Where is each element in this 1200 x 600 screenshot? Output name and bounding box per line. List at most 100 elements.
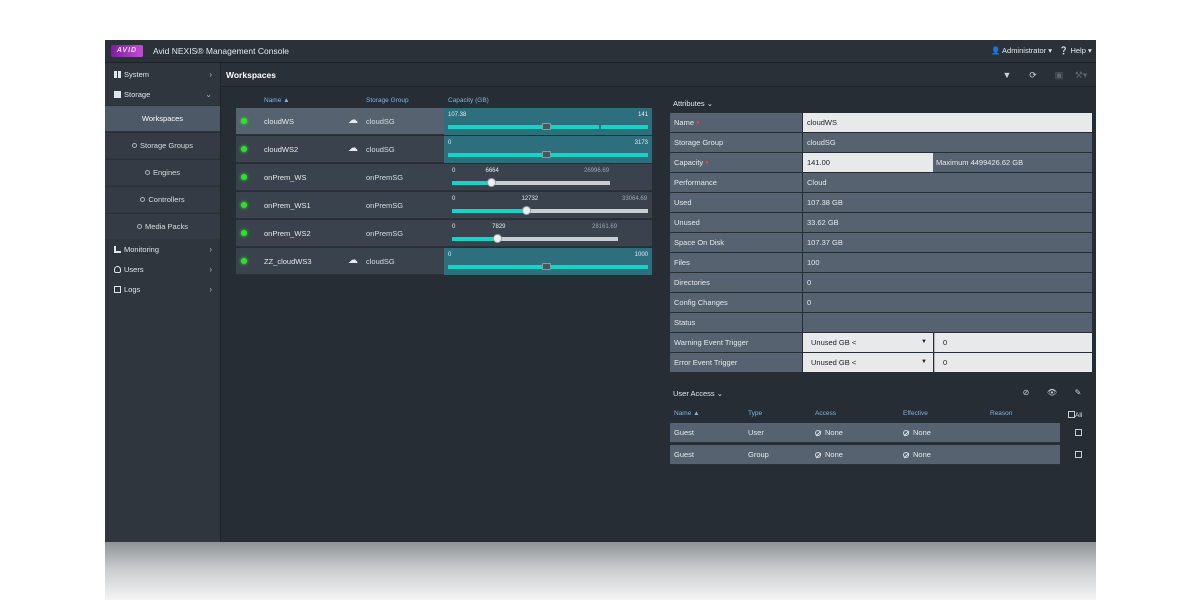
table-row[interactable]: Guest Group None None bbox=[670, 445, 1060, 465]
attribute-value: 0 bbox=[803, 273, 1092, 292]
workspace-name-input[interactable]: cloudWS bbox=[803, 113, 1092, 132]
circle-icon bbox=[144, 170, 150, 175]
status-online-icon bbox=[241, 202, 247, 208]
sidebar-item-label: Monitoring bbox=[124, 245, 160, 254]
attribute-value: 100 bbox=[803, 253, 1092, 272]
sidebar-item-storage-groups[interactable]: Storage Groups bbox=[105, 132, 220, 158]
capacity-slider[interactable]: 0 7829 28161.69 bbox=[444, 220, 652, 247]
chevron-down-icon: ⌄ bbox=[706, 99, 714, 108]
row-checkbox[interactable] bbox=[1075, 451, 1082, 458]
attribute-label: Config Changes bbox=[670, 293, 802, 312]
table-row[interactable]: Guest User None None bbox=[670, 423, 1060, 443]
user-name: Guest bbox=[674, 428, 695, 437]
sidebar-item-users[interactable]: Users › bbox=[105, 260, 220, 280]
sidebar-item-storage[interactable]: Storage ⌄ bbox=[105, 85, 220, 105]
chevron-right-icon: › bbox=[209, 245, 212, 254]
slider-handle[interactable] bbox=[522, 206, 532, 215]
slider-handle[interactable] bbox=[542, 263, 551, 270]
column-header-capacity[interactable]: Capacity (GB) bbox=[448, 97, 489, 104]
cloud-icon: ☁ bbox=[348, 115, 358, 126]
error-trigger-select[interactable]: Unused GB < ▼ bbox=[803, 353, 933, 372]
capacity-slider[interactable]: 107.38 141 bbox=[444, 108, 652, 135]
select-all-label: All bbox=[1075, 412, 1083, 419]
user-effective: None bbox=[903, 423, 931, 443]
capacity-slider[interactable]: 0 6664 26996.69 bbox=[444, 164, 652, 191]
table-row[interactable]: onPrem_WS2 onPremSG 0 7829 28161.69 bbox=[236, 220, 652, 247]
status-online-icon bbox=[241, 118, 247, 124]
attribute-label: Status bbox=[670, 313, 802, 332]
no-access-icon bbox=[903, 430, 909, 436]
help-menu[interactable]: ❔ Help ▾ bbox=[1059, 46, 1092, 55]
warning-trigger-input[interactable]: 0 bbox=[934, 333, 1092, 352]
avid-logo: AVID bbox=[111, 45, 143, 57]
user-menu[interactable]: 👤 Administrator ▾ bbox=[991, 46, 1052, 55]
attribute-label: Unused bbox=[670, 213, 802, 232]
slider-handle[interactable] bbox=[493, 234, 503, 243]
capacity-low: 0 bbox=[452, 224, 456, 230]
slider-handle[interactable] bbox=[486, 178, 496, 187]
filter-icon[interactable]: ▼ bbox=[1000, 68, 1014, 82]
capacity-high: 1000 bbox=[634, 252, 648, 258]
capacity-slider[interactable]: 0 3173 bbox=[444, 136, 652, 163]
chevron-right-icon: › bbox=[209, 265, 212, 274]
slider-handle[interactable] bbox=[542, 151, 551, 158]
workspace-name: onPrem_WS1 bbox=[264, 201, 311, 210]
capacity-current: 12732 bbox=[521, 196, 539, 202]
sidebar-item-media-packs[interactable]: Media Packs bbox=[105, 213, 220, 239]
column-header-access[interactable]: Access bbox=[815, 410, 836, 417]
warning-trigger-select[interactable]: Unused GB < ▼ bbox=[803, 333, 933, 352]
required-icon: ● bbox=[696, 120, 700, 126]
select-all-checkbox[interactable]: All bbox=[1068, 410, 1082, 419]
wrench-icon[interactable]: ⚒▾ bbox=[1074, 68, 1088, 82]
refresh-icon[interactable]: ⟳ bbox=[1026, 68, 1040, 82]
save-icon[interactable]: ▣ bbox=[1052, 68, 1066, 82]
capacity-slider[interactable]: 0 1000 bbox=[444, 248, 652, 275]
sidebar-item-label: System bbox=[124, 70, 150, 79]
capacity-max: 33064.69 bbox=[622, 196, 648, 202]
user-access: None bbox=[815, 423, 843, 443]
column-header-name[interactable]: Name ▲ bbox=[674, 410, 700, 417]
error-trigger-input[interactable]: 0 bbox=[934, 353, 1092, 372]
table-row[interactable]: onPrem_WS1 onPremSG 0 12732 33064.69 bbox=[236, 192, 652, 219]
capacity-slider[interactable]: 0 12732 33064.69 bbox=[444, 192, 652, 219]
sidebar-item-label: Controllers bbox=[148, 195, 185, 204]
attributes-header[interactable]: Attributes ⌄ bbox=[673, 99, 713, 108]
attribute-value: 0 bbox=[803, 293, 1092, 312]
sidebar-item-label: Workspaces bbox=[141, 114, 184, 123]
capacity-input[interactable]: 141.00 bbox=[803, 153, 933, 172]
column-header-storage-group[interactable]: Storage Group bbox=[366, 97, 409, 104]
sidebar-item-workspaces[interactable]: Workspaces bbox=[105, 105, 220, 131]
sidebar-item-monitoring[interactable]: Monitoring › bbox=[105, 240, 220, 260]
attribute-label: Warning Event Trigger bbox=[670, 333, 802, 352]
column-header-name[interactable]: Name ▲ bbox=[264, 97, 290, 104]
attribute-row-space-on-disk: Space On Disk 107.37 GB bbox=[670, 233, 1092, 252]
slider-handle[interactable] bbox=[542, 123, 551, 130]
column-header-reason[interactable]: Reason bbox=[990, 410, 1012, 417]
capacity-current: 7829 bbox=[492, 224, 506, 230]
eye-icon[interactable]: 👁 bbox=[1046, 387, 1058, 399]
sidebar-item-engines[interactable]: Engines bbox=[105, 159, 220, 185]
sidebar-item-controllers[interactable]: Controllers bbox=[105, 186, 220, 212]
row-checkbox[interactable] bbox=[1075, 429, 1082, 436]
capacity-high: 3173 bbox=[634, 140, 648, 146]
table-row[interactable]: cloudWS2 ☁ cloudSG 0 3173 bbox=[236, 136, 652, 163]
user-icon bbox=[114, 266, 121, 273]
caret-down-icon: ▾ bbox=[1087, 46, 1092, 55]
pencil-icon[interactable]: ✎ bbox=[1072, 387, 1084, 399]
chevron-down-icon: ⌄ bbox=[205, 90, 212, 99]
user-access-header[interactable]: User Access ⌄ bbox=[673, 389, 723, 398]
table-row[interactable]: cloudWS ☁ cloudSG 107.38 141 bbox=[236, 108, 652, 135]
attribute-row-directories: Directories 0 bbox=[670, 273, 1092, 292]
sidebar-item-system[interactable]: System › bbox=[105, 65, 220, 85]
table-row[interactable]: onPrem_WS onPremSG 0 6664 26996.69 bbox=[236, 164, 652, 191]
attribute-row-performance: Performance Cloud bbox=[670, 173, 1092, 192]
attribute-row-name: Name ● cloudWS bbox=[670, 113, 1092, 132]
sidebar-item-logs[interactable]: Logs › bbox=[105, 280, 220, 300]
block-icon[interactable]: ⊘ bbox=[1020, 387, 1032, 399]
column-header-type[interactable]: Type bbox=[748, 410, 762, 417]
table-row[interactable]: ZZ_cloudWS3 ☁ cloudSG 0 1000 bbox=[236, 248, 652, 275]
attribute-value bbox=[803, 313, 1092, 332]
capacity-fill bbox=[452, 209, 528, 213]
attribute-row-used: Used 107.38 GB bbox=[670, 193, 1092, 212]
column-header-effective[interactable]: Effective bbox=[903, 410, 928, 417]
